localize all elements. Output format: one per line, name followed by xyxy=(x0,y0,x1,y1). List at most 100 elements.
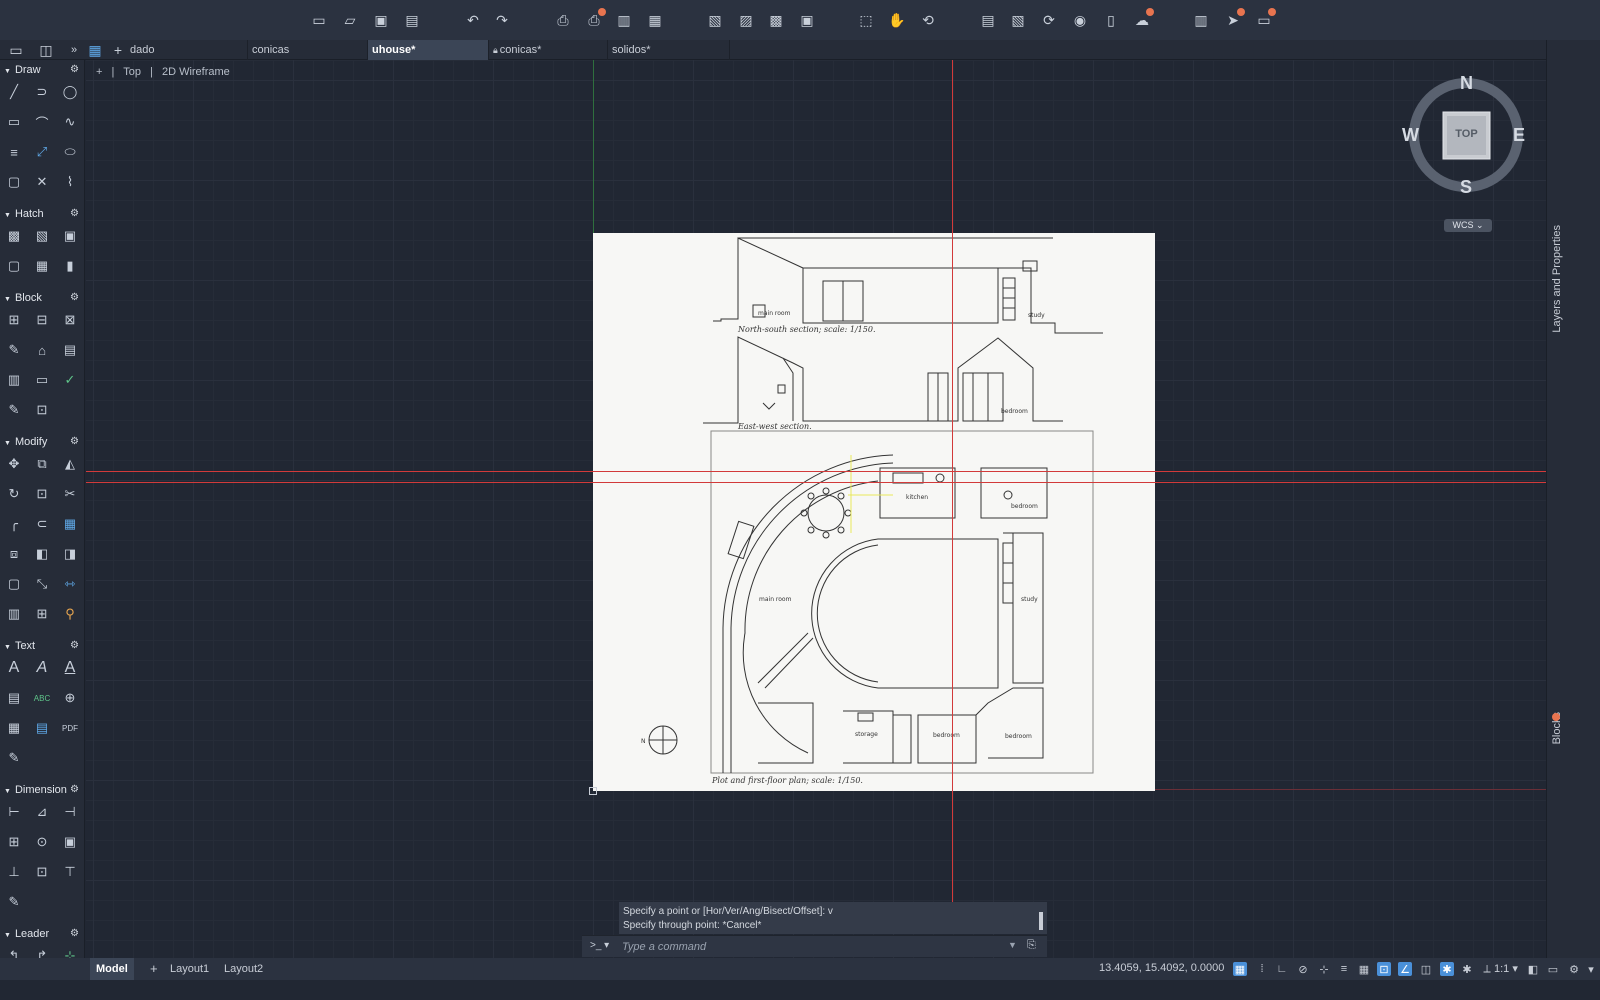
break-icon[interactable]: ⊞ xyxy=(34,606,50,622)
open-icon[interactable]: ▱ xyxy=(342,12,358,28)
save-as-icon[interactable]: ▤ xyxy=(404,12,420,28)
block-table-icon[interactable]: ▤ xyxy=(62,342,78,358)
more-icon[interactable]: ▾ xyxy=(1584,962,1598,976)
history-scrollbar[interactable] xyxy=(1039,912,1043,930)
radius-dim-icon[interactable]: ⊙ xyxy=(34,834,50,850)
tab-conicas-locked[interactable]: 🔒︎ conicas* xyxy=(489,40,608,60)
clean-screen-icon[interactable]: ▭ xyxy=(1546,962,1560,976)
new-tab-icon[interactable]: + xyxy=(110,42,126,58)
dim-break-icon[interactable]: ⊤ xyxy=(62,864,78,880)
text-align-icon[interactable]: ▤ xyxy=(34,720,50,736)
lineweight-icon[interactable]: ≡ xyxy=(1337,962,1351,976)
dim-style-icon[interactable]: ▣ xyxy=(62,834,78,850)
compass-north[interactable]: N xyxy=(1460,73,1473,94)
chamfer-icon[interactable]: ⤡ xyxy=(34,576,50,592)
linear-dim-icon[interactable]: ⊢ xyxy=(6,804,22,820)
viewport-icon[interactable]: ▭ xyxy=(8,42,24,58)
polyline-icon[interactable]: ⊃ xyxy=(34,84,50,100)
dynamic-ucs-icon[interactable]: ∠ xyxy=(1398,962,1412,976)
cube-icon[interactable]: ◫ xyxy=(38,42,54,58)
gear-icon[interactable]: ⚙ xyxy=(70,638,79,654)
workspace-switch-icon[interactable]: ◧ xyxy=(1526,962,1540,976)
explode-icon[interactable]: ▢ xyxy=(6,576,22,592)
orbit-icon[interactable]: ⟲ xyxy=(920,12,936,28)
wipeout-icon[interactable]: ▦ xyxy=(34,258,50,274)
write-block-icon[interactable]: ▥ xyxy=(6,372,22,388)
workspace-icon[interactable]: ▥ xyxy=(1193,12,1209,28)
sync-block-icon[interactable]: ✓ xyxy=(62,372,78,388)
region-icon[interactable]: ▢ xyxy=(6,174,22,190)
export-icon[interactable]: ▨ xyxy=(738,12,754,28)
move-icon[interactable]: ✥ xyxy=(6,456,22,472)
compass-east[interactable]: E xyxy=(1513,125,1525,146)
section-text[interactable]: ▼ Text ⚙ xyxy=(0,638,84,654)
lengthen-icon[interactable]: ◧ xyxy=(34,546,50,562)
tag-icon[interactable]: ⌂ xyxy=(34,342,50,358)
expand-icon[interactable]: » xyxy=(66,42,82,58)
tab-conicas[interactable]: conicas xyxy=(248,40,368,60)
gear-icon[interactable]: ⚙ xyxy=(70,206,79,222)
quick-props-icon[interactable]: ✱ xyxy=(1440,962,1454,976)
ray-icon[interactable]: ⤢ xyxy=(34,144,50,160)
sync-icon[interactable]: ⟳ xyxy=(1041,12,1057,28)
annotation-scale-icon[interactable]: ⟂ xyxy=(1480,962,1494,976)
annotation-monitor-icon[interactable]: ◫ xyxy=(1419,962,1433,976)
section-leader[interactable]: ▼ Leader ⚙ xyxy=(0,926,84,942)
sheet-corner-grip[interactable] xyxy=(589,787,597,795)
osnap-track-icon[interactable]: ⊹ xyxy=(1317,962,1331,976)
command-input[interactable] xyxy=(622,938,1002,956)
section-hatch[interactable]: ▼ Hatch ⚙ xyxy=(0,206,84,222)
attach-icon[interactable]: ▩ xyxy=(768,12,784,28)
boundary-icon[interactable]: ▣ xyxy=(62,228,78,244)
tab-solidos[interactable]: solidos* xyxy=(608,40,730,60)
region-boundary-icon[interactable]: ▢ xyxy=(6,258,22,274)
find-text-icon[interactable]: ⊕ xyxy=(62,690,78,706)
viewport-plus[interactable]: + xyxy=(96,66,102,78)
mirror-icon[interactable]: ◭ xyxy=(62,456,78,472)
command-customize-icon[interactable]: ⎘ xyxy=(1027,939,1036,952)
pin-icon[interactable]: ⚲ xyxy=(62,606,78,622)
text-style-icon[interactable]: A xyxy=(62,659,78,676)
aligned-dim-icon[interactable]: ⊿ xyxy=(34,804,50,820)
text-scale-icon[interactable]: ✎ xyxy=(6,750,22,766)
manage-attr-icon[interactable]: ⊡ xyxy=(34,402,50,418)
erase-icon[interactable]: ◨ xyxy=(62,546,78,562)
layout-tab-model[interactable]: Model xyxy=(90,958,134,980)
tab-uhouse[interactable]: uhouse* xyxy=(368,40,489,60)
arc-icon[interactable]: ⌒ xyxy=(34,114,50,131)
drawing-viewport[interactable]: + | Top | 2D Wireframe North-south secti… xyxy=(86,60,1546,980)
gear-icon[interactable]: ⚙ xyxy=(70,434,79,450)
account-icon[interactable]: ▭ xyxy=(1256,8,1276,28)
undo-icon[interactable]: ↶ xyxy=(465,12,481,28)
view-name[interactable]: Top xyxy=(123,66,141,78)
new-icon[interactable]: ▭ xyxy=(311,12,327,28)
insert-block-icon[interactable]: ⊞ xyxy=(6,312,22,328)
fillet-icon[interactable]: ╭ xyxy=(6,516,22,532)
line-icon[interactable]: ╱ xyxy=(6,84,22,100)
add-layout-icon[interactable]: + xyxy=(144,958,164,980)
scale-icon[interactable]: ⊡ xyxy=(34,486,50,502)
transparency-icon[interactable]: ▦ xyxy=(1357,962,1371,976)
polar-icon[interactable]: ⊘ xyxy=(1296,962,1310,976)
save-icon[interactable]: ▣ xyxy=(373,12,389,28)
dim-space-icon[interactable]: ⊡ xyxy=(34,864,50,880)
spline-icon[interactable]: ∿ xyxy=(62,114,78,130)
selection-icon[interactable]: ⬚ xyxy=(858,12,874,28)
plot-icon[interactable]: ⎙ xyxy=(555,12,571,28)
share-icon[interactable]: ➤ xyxy=(1225,8,1245,28)
file-icon[interactable]: ▯ xyxy=(1103,12,1119,28)
continue-dim-icon[interactable]: ⊞ xyxy=(6,834,22,850)
visual-style[interactable]: 2D Wireframe xyxy=(162,66,230,78)
offset-icon[interactable]: ⊂ xyxy=(34,516,50,532)
base-point-icon[interactable]: ▭ xyxy=(34,372,50,388)
align-icon[interactable]: ▥ xyxy=(6,606,22,622)
mtext-icon[interactable]: A xyxy=(6,659,22,676)
redo-icon[interactable]: ↷ xyxy=(494,12,510,28)
join-icon[interactable]: ⇿ xyxy=(62,576,78,592)
properties-icon[interactable]: ▤ xyxy=(980,12,996,28)
gear-icon[interactable]: ⚙ xyxy=(70,926,79,942)
cube-face-top[interactable]: TOP xyxy=(1449,128,1484,140)
edit-block-icon[interactable]: ⊠ xyxy=(62,312,78,328)
single-text-icon[interactable]: A xyxy=(34,659,50,676)
annotation-scale[interactable]: 1:1 ▾ xyxy=(1494,962,1518,975)
